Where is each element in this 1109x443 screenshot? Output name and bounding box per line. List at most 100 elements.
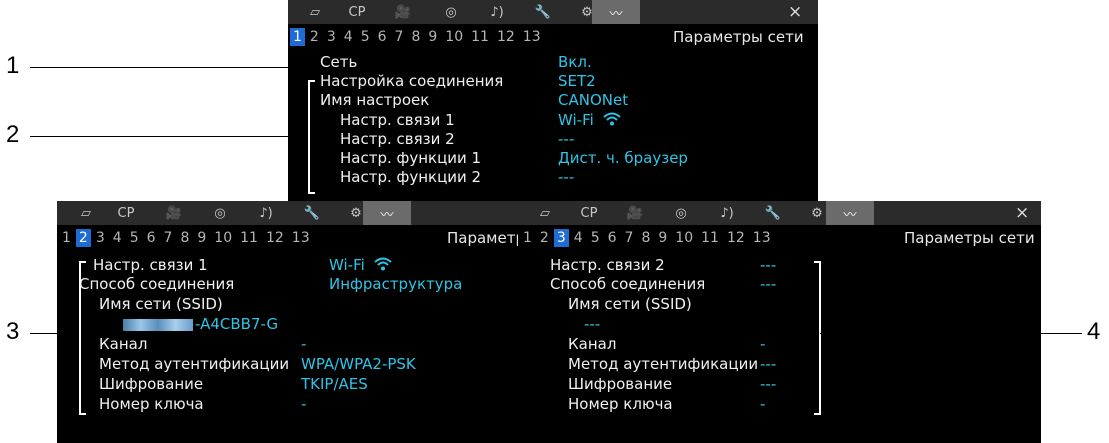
row-value[interactable]: --- xyxy=(760,375,776,393)
callout-line-3 xyxy=(30,333,78,334)
page-8[interactable]: 8 xyxy=(408,28,423,46)
bracket xyxy=(308,80,315,194)
page-13[interactable]: 13 xyxy=(289,229,313,247)
page-4[interactable]: 4 xyxy=(341,28,356,46)
callout-line-1 xyxy=(30,67,316,68)
page-7[interactable]: 7 xyxy=(622,229,637,247)
page-9[interactable]: 9 xyxy=(655,229,670,247)
row-label: Настр. связи 1 xyxy=(340,111,455,129)
tab-camera-icon[interactable]: ▱ xyxy=(67,201,105,225)
tab-video-icon[interactable]: 🎥 xyxy=(155,201,193,225)
tab-network-icon[interactable]: 〰 xyxy=(592,0,640,24)
page-6[interactable]: 6 xyxy=(375,28,390,46)
tab-cp-icon[interactable]: CP xyxy=(107,201,145,225)
page-5[interactable]: 5 xyxy=(127,229,142,247)
tab-wrench-icon[interactable]: 🔧 xyxy=(524,0,562,24)
row-label: Настр. связи 2 xyxy=(550,256,665,274)
page-1[interactable]: 1 xyxy=(59,229,74,247)
row-value[interactable]: - xyxy=(301,335,306,353)
row-value[interactable]: - xyxy=(760,335,765,353)
page-10[interactable]: 10 xyxy=(672,229,696,247)
tab-audio-icon[interactable]: ♪) xyxy=(247,201,285,225)
page-10[interactable]: 10 xyxy=(442,28,466,46)
tab-bar: ▱ CP 🎥 ◎ ♪) 🔧 ⚙ 〰 × xyxy=(288,0,818,24)
row-value[interactable]: Вкл. xyxy=(558,53,592,71)
page-13[interactable]: 13 xyxy=(750,229,774,247)
row-label: Имя сети (SSID) xyxy=(568,295,692,313)
row-label: Сеть xyxy=(320,53,358,71)
page-12[interactable]: 12 xyxy=(263,229,287,247)
row-value[interactable]: --- xyxy=(760,256,776,274)
row-value[interactable]: Дист. ч. браузер xyxy=(558,149,688,167)
row-value[interactable]: Wi-Fi xyxy=(558,111,621,129)
page-7[interactable]: 7 xyxy=(161,229,176,247)
page-6[interactable]: 6 xyxy=(144,229,159,247)
page-4[interactable]: 4 xyxy=(571,229,586,247)
row-value[interactable]: CANONet xyxy=(558,91,628,109)
page-3[interactable]: 3 xyxy=(93,229,108,247)
page-3[interactable]: 3 xyxy=(553,229,569,247)
ssid-value[interactable]: -A4CBB7-G xyxy=(123,315,278,333)
callout-1: 1 xyxy=(6,52,20,79)
page-title: Параметр xyxy=(447,229,518,247)
row-value[interactable]: Wi-Fi xyxy=(329,256,392,274)
tab-video-icon[interactable]: 🎥 xyxy=(616,201,654,225)
row-value[interactable]: --- xyxy=(558,168,574,186)
page-11[interactable]: 11 xyxy=(237,229,261,247)
page-12[interactable]: 12 xyxy=(494,28,518,46)
tab-camera-icon[interactable]: ▱ xyxy=(526,201,564,225)
row-value[interactable]: WPA/WPA2-PSK xyxy=(301,355,416,373)
tab-video-icon[interactable]: 🎥 xyxy=(384,0,422,24)
page-3[interactable]: 3 xyxy=(324,28,339,46)
row-value[interactable]: - xyxy=(301,395,306,413)
tab-network-icon[interactable]: 〰 xyxy=(363,201,411,225)
row-value[interactable]: --- xyxy=(760,275,776,293)
tab-cp-icon[interactable]: CP xyxy=(338,0,376,24)
row-value[interactable]: TKIP/AES xyxy=(301,375,368,393)
page-11[interactable]: 11 xyxy=(698,229,722,247)
row-value[interactable]: SET2 xyxy=(558,72,596,90)
tab-custom-icon[interactable]: ◎ xyxy=(662,201,700,225)
page-numbers: 1 2 3 4 5 6 7 8 9 10 11 12 13 xyxy=(290,28,546,48)
row-value[interactable]: --- xyxy=(760,355,776,373)
page-5[interactable]: 5 xyxy=(358,28,373,46)
panel-network-settings-page3: ▱ CP 🎥 ◎ ♪) 🔧 ⚙ 〰 × 1 2 3 4 5 6 7 8 9 10 11 12 13 Па… xyxy=(518,201,1041,443)
page-9[interactable]: 9 xyxy=(425,28,440,46)
page-4[interactable]: 4 xyxy=(110,229,125,247)
page-13[interactable]: 13 xyxy=(520,28,544,46)
close-icon[interactable]: × xyxy=(788,2,802,22)
callout-3: 3 xyxy=(6,318,20,345)
page-11[interactable]: 11 xyxy=(468,28,492,46)
wifi-icon xyxy=(602,112,621,126)
tab-custom-icon[interactable]: ◎ xyxy=(432,0,470,24)
page-8[interactable]: 8 xyxy=(638,229,653,247)
row-value[interactable]: Инфраструктура xyxy=(329,275,462,293)
callout-4: 4 xyxy=(1087,318,1101,345)
row-label: Настр. связи 1 xyxy=(93,256,208,274)
page-7[interactable]: 7 xyxy=(392,28,407,46)
page-1[interactable]: 1 xyxy=(290,28,305,46)
tab-audio-icon[interactable]: ♪) xyxy=(478,0,516,24)
row-value[interactable]: --- xyxy=(558,130,574,148)
ssid-value[interactable]: --- xyxy=(584,315,600,333)
page-2[interactable]: 2 xyxy=(537,229,552,247)
page-5[interactable]: 5 xyxy=(588,229,603,247)
tab-wrench-icon[interactable]: 🔧 xyxy=(754,201,792,225)
page-6[interactable]: 6 xyxy=(605,229,620,247)
tab-network-icon[interactable]: 〰 xyxy=(826,201,874,225)
page-10[interactable]: 10 xyxy=(211,229,235,247)
row-value[interactable]: - xyxy=(760,395,765,413)
close-icon[interactable]: × xyxy=(1015,203,1029,223)
page-1[interactable]: 1 xyxy=(520,229,535,247)
tab-wrench-icon[interactable]: 🔧 xyxy=(293,201,331,225)
tab-audio-icon[interactable]: ♪) xyxy=(708,201,746,225)
tab-cp-icon[interactable]: CP xyxy=(570,201,608,225)
page-8[interactable]: 8 xyxy=(177,229,192,247)
tab-camera-icon[interactable]: ▱ xyxy=(296,0,334,24)
page-12[interactable]: 12 xyxy=(724,229,748,247)
page-2[interactable]: 2 xyxy=(307,28,322,46)
row-label: Имя настроек xyxy=(320,91,430,109)
tab-custom-icon[interactable]: ◎ xyxy=(201,201,239,225)
page-9[interactable]: 9 xyxy=(194,229,209,247)
page-2[interactable]: 2 xyxy=(75,229,91,247)
